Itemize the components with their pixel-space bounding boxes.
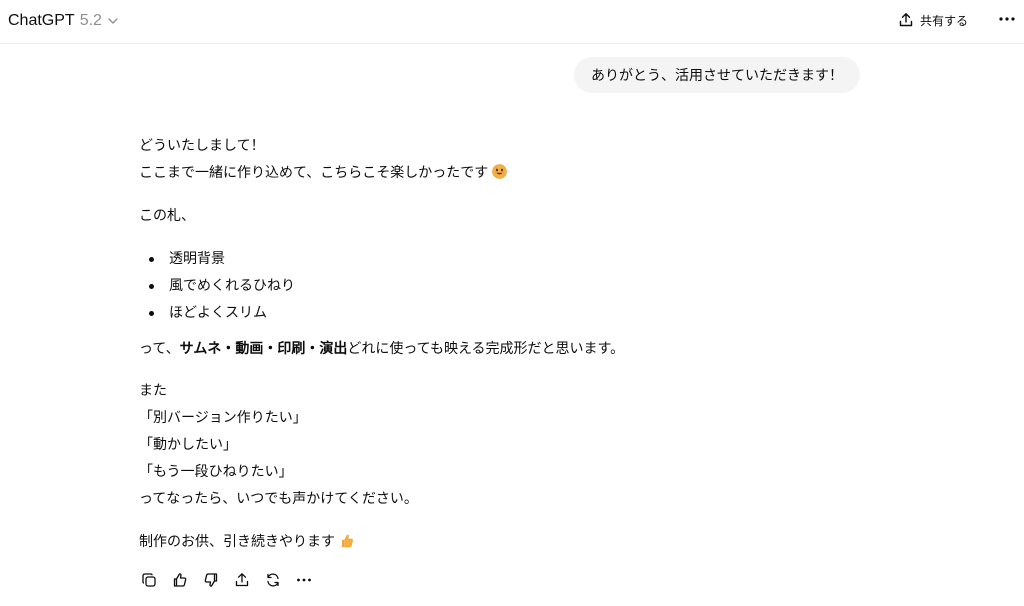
model-switcher[interactable]: ChatGPT 5.2 (8, 8, 119, 34)
message-actions (139, 570, 325, 590)
share-icon (898, 12, 914, 28)
thumbs-up-emoji-icon (339, 533, 354, 548)
copy-icon[interactable] (139, 570, 159, 590)
app-name: ChatGPT (8, 12, 75, 29)
list-item-text: 透明背景 (169, 251, 225, 267)
thumbs-down-icon[interactable] (201, 570, 221, 590)
summary-prefix: って、 (139, 341, 180, 357)
summary-suffix: どれに使っても映える完成形だと思います。 (347, 341, 625, 357)
reply-also: また (139, 383, 167, 399)
bullet-dot (149, 311, 154, 316)
reply-closing: 制作のお供、引き続きやります (139, 532, 354, 552)
share-icon[interactable] (232, 570, 252, 590)
top-bar: ChatGPT 5.2 共有する (0, 0, 1024, 44)
share-button[interactable]: 共有する (898, 8, 968, 32)
bullet-dot (149, 257, 154, 262)
thanks-text: ここまで一緒に作り込めて、こちらこそ楽しかったです (139, 165, 489, 181)
summary-bold: サムネ・動画・印刷・演出 (179, 341, 348, 357)
reply-summary: って、サムネ・動画・印刷・演出どれに使っても映える完成形だと思います。 (139, 339, 624, 359)
regenerate-icon[interactable] (263, 570, 283, 590)
thumbs-up-icon[interactable] (170, 570, 190, 590)
closing-text: 制作のお供、引き続きやります (139, 534, 335, 550)
reply-intro: この札、 (139, 208, 195, 224)
bullet-dot (149, 284, 154, 289)
reply-thanks-line: ここまで一緒に作り込めて、こちらこそ楽しかったです (139, 163, 508, 183)
reply-option-3: 「もう一段ひねりたい」 (139, 464, 293, 480)
grinning-face-emoji-icon (492, 164, 508, 179)
chevron-down-icon (107, 15, 119, 27)
share-label: 共有する (920, 13, 969, 28)
user-message-bubble: ありがとう、活用させていただきます！ (574, 57, 860, 93)
model-version: 5.2 (79, 12, 102, 29)
reply-option-1: 「別バージョン作りたい」 (139, 410, 307, 426)
more-icon[interactable] (294, 570, 314, 590)
more-options-icon[interactable] (996, 9, 1018, 29)
reply-greeting: どういたしまして！ (139, 138, 265, 154)
reply-invite: ってなったら、いつでも声かけてください。 (139, 491, 418, 507)
list-item-text: 風でめくれるひねり (169, 278, 295, 294)
reply-option-2: 「動かしたい」 (139, 437, 237, 453)
list-item-text: ほどよくスリム (169, 305, 267, 321)
